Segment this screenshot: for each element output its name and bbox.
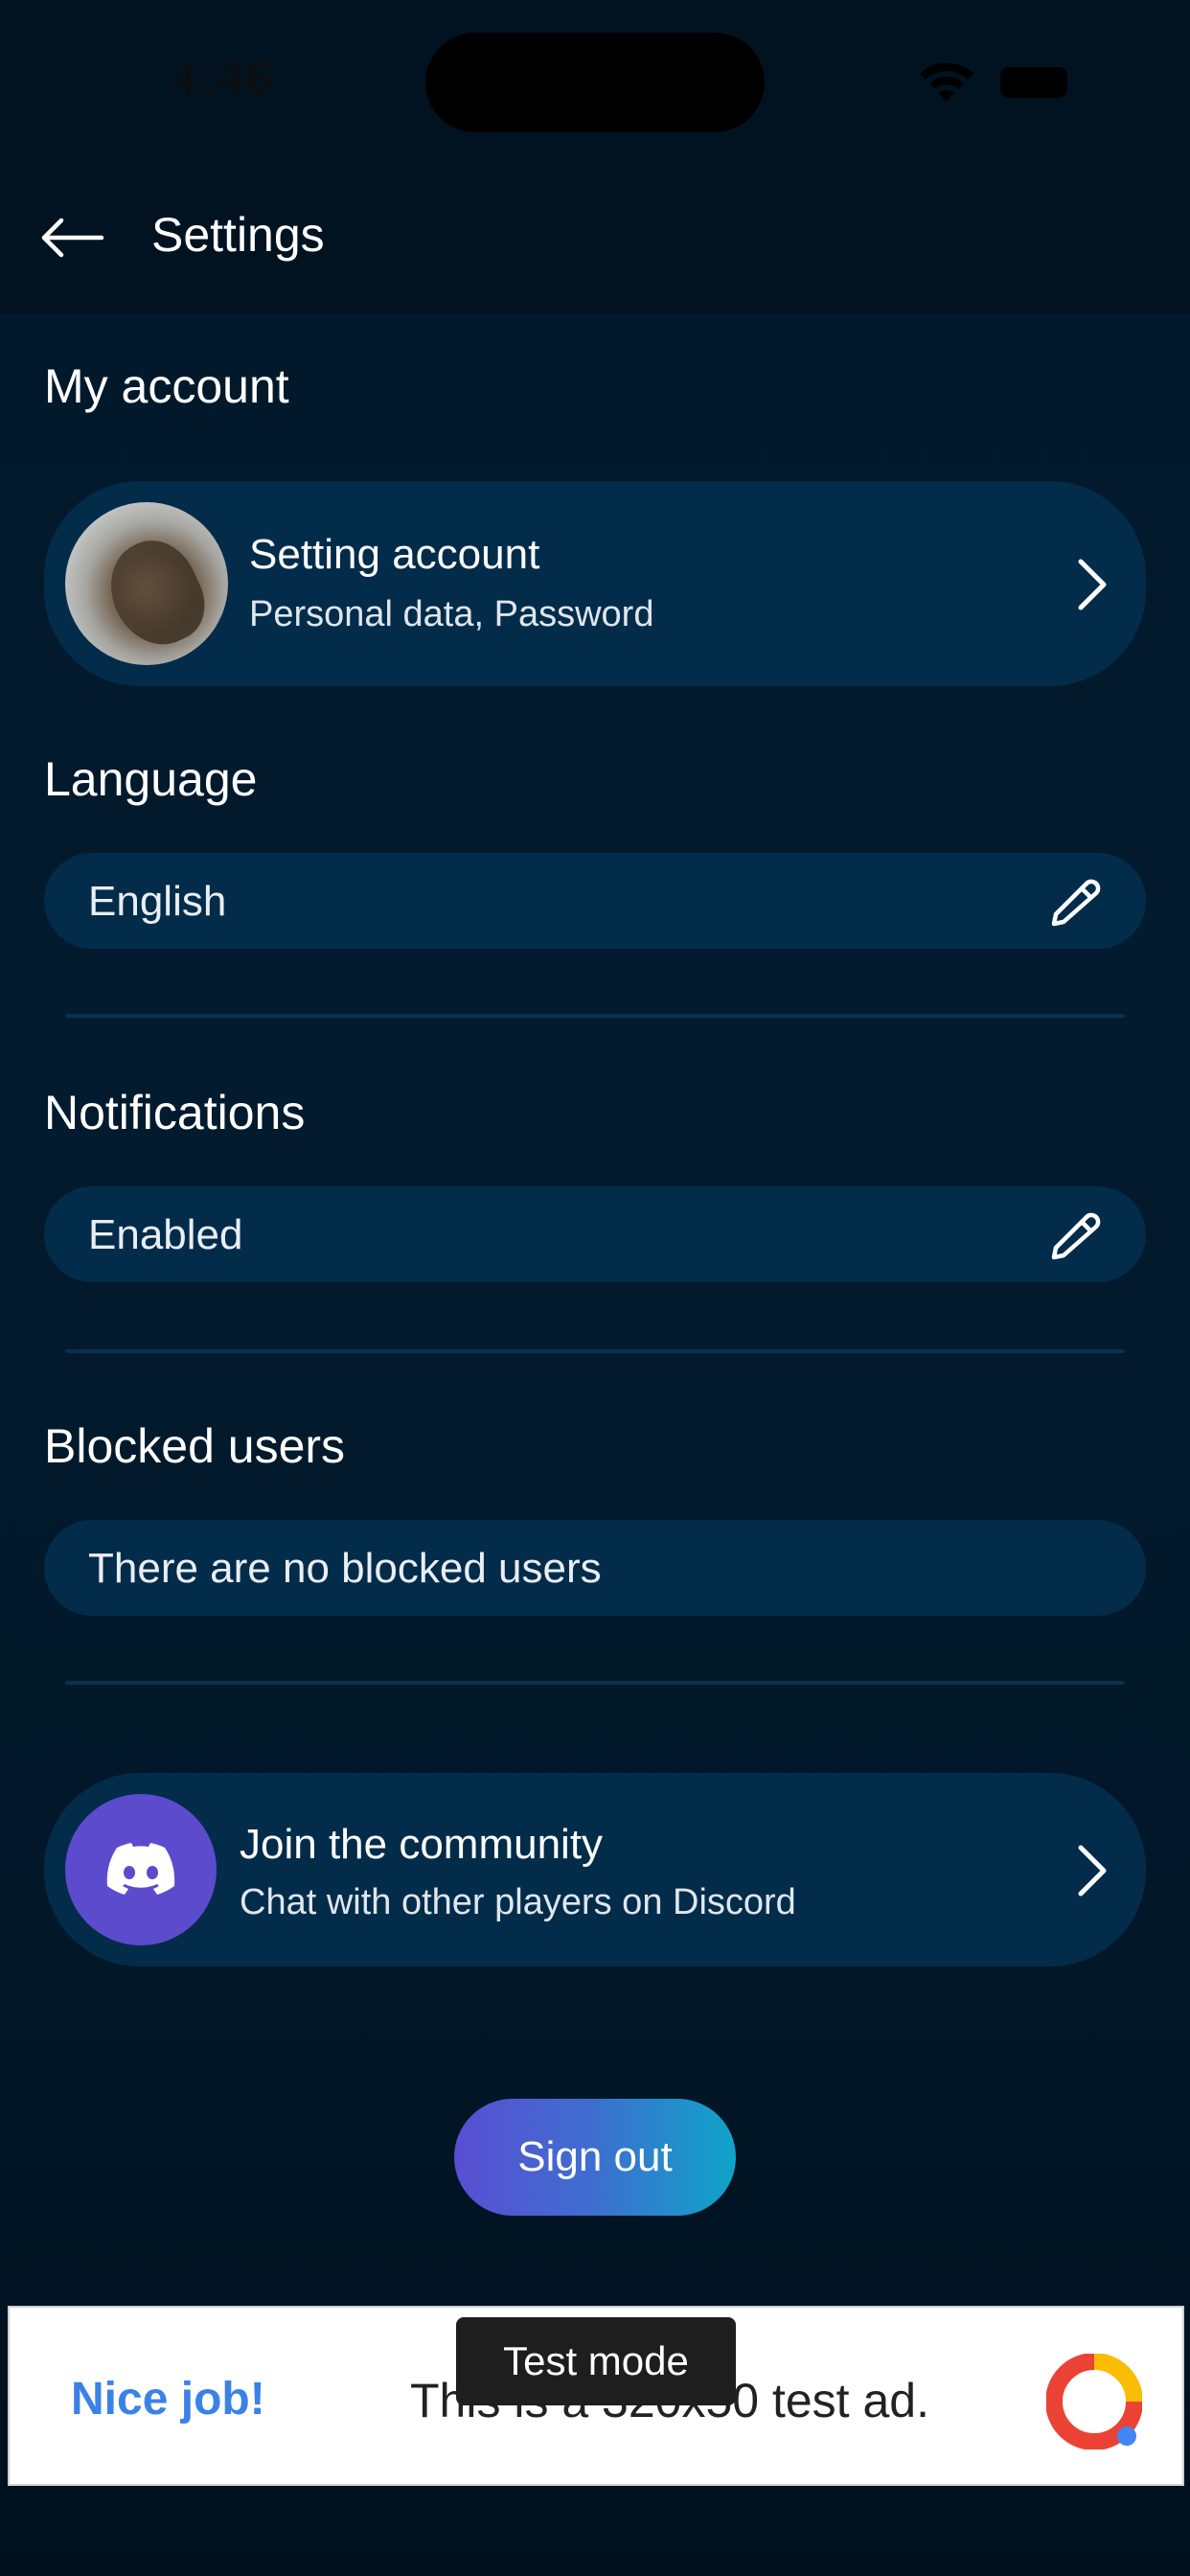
divider <box>65 1681 1125 1685</box>
avatar <box>65 502 228 665</box>
language-value: English <box>88 878 227 925</box>
battery-icon <box>1000 67 1067 98</box>
community-subtitle: Chat with other players on Discord <box>240 1882 796 1922</box>
blocked-users-value: There are no blocked users <box>88 1545 602 1592</box>
wifi-icon <box>920 62 973 102</box>
app-bar: Settings <box>0 163 1190 314</box>
section-title-language: Language <box>44 752 258 806</box>
status-time: 4:46 <box>171 51 275 106</box>
ad-nice-job: Nice job! <box>71 2374 265 2425</box>
notifications-value: Enabled <box>88 1211 243 1258</box>
setting-account-title: Setting account <box>249 531 540 578</box>
divider <box>65 1349 1125 1353</box>
setting-account-card[interactable]: Setting account Personal data, Password <box>44 481 1146 686</box>
dynamic-island <box>425 33 765 132</box>
pencil-icon[interactable] <box>1050 874 1104 928</box>
chevron-right-icon <box>1078 1845 1107 1897</box>
chevron-right-icon <box>1078 559 1107 610</box>
blocked-users-field: There are no blocked users <box>44 1520 1146 1616</box>
language-field[interactable]: English <box>44 853 1146 949</box>
back-button[interactable] <box>38 213 115 263</box>
join-community-card[interactable]: Join the community Chat with other playe… <box>44 1773 1146 1966</box>
pencil-icon[interactable] <box>1050 1208 1104 1261</box>
ad-logo-icon <box>1046 2354 1142 2450</box>
status-bar: 4:46 <box>0 0 1190 163</box>
test-mode-badge: Test mode <box>456 2317 736 2405</box>
back-arrow-icon <box>41 218 104 258</box>
sign-out-button[interactable]: Sign out <box>454 2099 736 2216</box>
section-title-blocked-users: Blocked users <box>44 1419 346 1473</box>
discord-avatar <box>65 1794 217 1945</box>
section-title-notifications: Notifications <box>44 1086 306 1139</box>
notifications-field[interactable]: Enabled <box>44 1186 1146 1282</box>
setting-account-subtitle: Personal data, Password <box>249 594 654 634</box>
divider <box>65 1014 1125 1018</box>
discord-icon <box>106 1843 175 1895</box>
section-title-my-account: My account <box>44 359 289 413</box>
page-title: Settings <box>151 208 325 262</box>
community-title: Join the community <box>240 1821 604 1868</box>
